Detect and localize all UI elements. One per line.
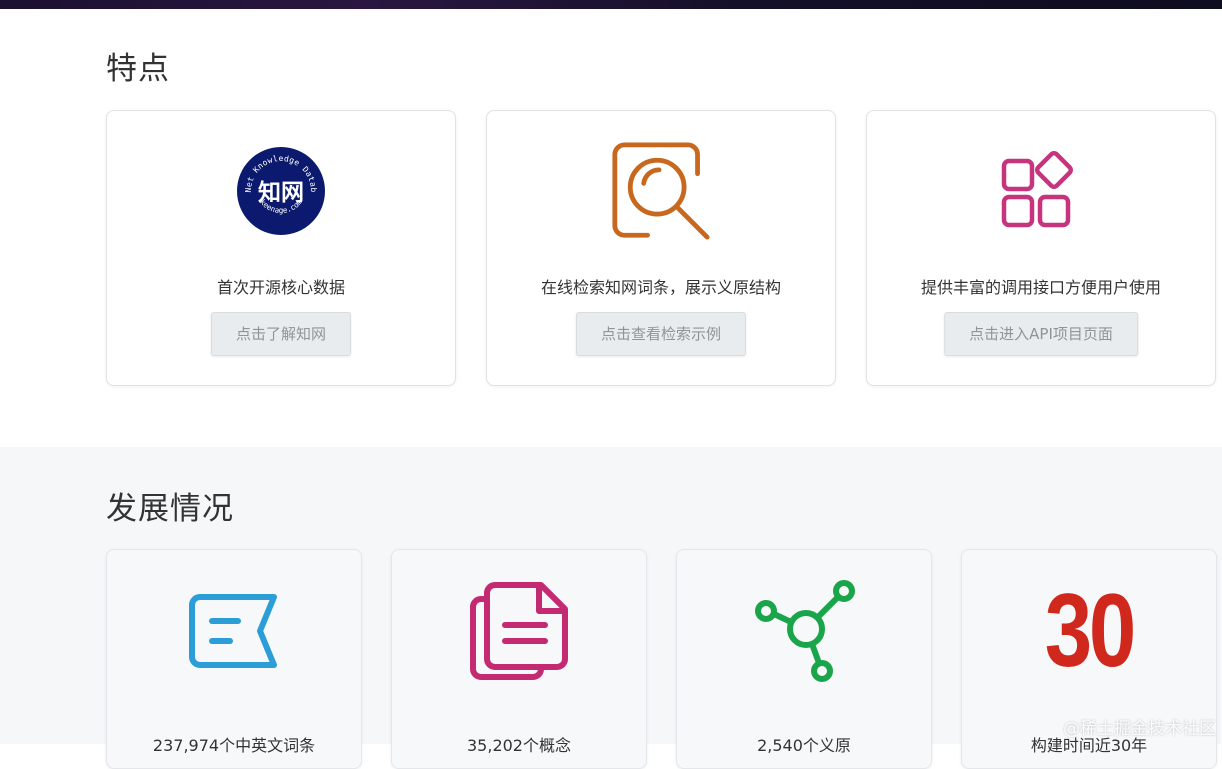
stat-card-concepts: 35,202个概念	[391, 549, 647, 769]
watermark: @稀土掘金技术社区	[1063, 719, 1216, 739]
stat-card-entries: 237,974个中英文词条	[106, 549, 362, 769]
learn-hownet-button[interactable]: 点击了解知网	[210, 312, 352, 356]
feature-text: 在线检索知网词条，展示义原结构	[540, 278, 781, 297]
feature-card-open-data: HowNet Knowledge Database keenage.com 知网…	[106, 110, 456, 386]
development-section: 发展情况 237,974个中英文词条 35,202个概念 2,540个义原 30…	[0, 447, 1222, 769]
number-30: 30	[1034, 576, 1144, 686]
big-number-30: 30	[1044, 573, 1137, 689]
header-banner-strip	[0, 0, 1222, 9]
stat-text: 237,974个中英文词条	[152, 736, 316, 755]
feature-card-search: 在线检索知网词条，展示义原结构 点击查看检索示例	[486, 110, 836, 386]
development-title: 发展情况	[106, 491, 234, 527]
feature-card-api: 提供丰富的调用接口方便用户使用 点击进入API项目页面	[866, 110, 1216, 386]
hownet-logo: HowNet Knowledge Database keenage.com 知网	[231, 139, 331, 243]
feature-text: 首次开源核心数据	[216, 278, 345, 297]
view-search-example-button[interactable]: 点击查看检索示例	[575, 312, 747, 356]
stat-text: 2,540个义原	[757, 736, 851, 755]
features-section: 特点 HowNet Knowledge Database keenage.com…	[0, 9, 1222, 447]
stat-card-sememes: 2,540个义原	[676, 549, 932, 769]
tag-icon	[179, 576, 289, 686]
feature-text: 提供丰富的调用接口方便用户使用	[920, 278, 1161, 297]
documents-icon	[464, 576, 574, 686]
logo-center-text: 知网	[258, 179, 304, 206]
stat-text: 35,202个概念	[467, 736, 571, 755]
network-icon	[749, 576, 859, 686]
apps-icon	[991, 139, 1091, 243]
search-icon	[611, 139, 711, 243]
enter-api-project-button[interactable]: 点击进入API项目页面	[944, 312, 1138, 356]
features-title: 特点	[106, 51, 170, 87]
